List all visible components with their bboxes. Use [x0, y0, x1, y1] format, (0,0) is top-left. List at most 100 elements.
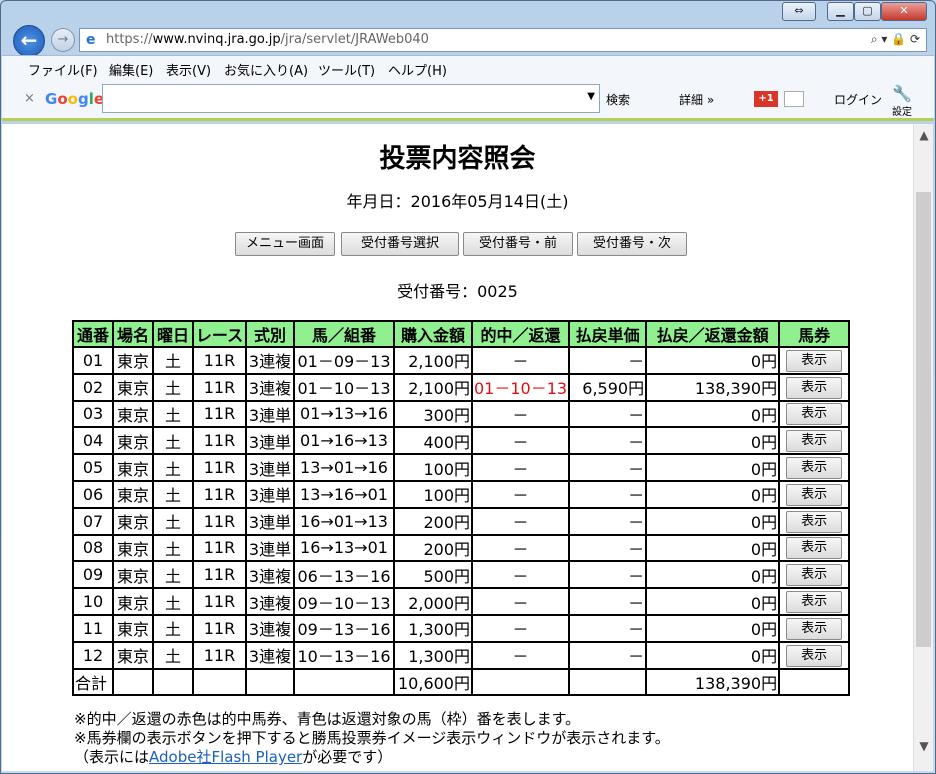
- address-bar[interactable]: e https://www.nvinq.jra.go.jp/jra/servle…: [79, 28, 927, 52]
- scroll-down-icon[interactable]: ▼: [914, 739, 934, 757]
- cell-venue: 東京: [112, 479, 154, 509]
- show-ticket-button[interactable]: 表示: [786, 644, 843, 667]
- cell-venue: 東京: [112, 640, 154, 670]
- cell-serial: 05: [72, 453, 114, 482]
- settings-button[interactable]: 🔧 設定: [892, 84, 912, 118]
- total-empty: [568, 667, 648, 697]
- cell-venue: 東京: [112, 426, 154, 456]
- total-empty: [112, 667, 154, 697]
- cell-hit: －: [470, 506, 571, 536]
- cell-serial: 06: [72, 479, 114, 509]
- cell-type: 3連複: [245, 346, 295, 375]
- cell-hit: 01－10－13: [470, 372, 571, 402]
- maximize-button[interactable]: ▢: [854, 2, 881, 21]
- address-tools[interactable]: ⌕ ▾ 🔒 ⟳: [871, 32, 920, 47]
- cell-ticket: 表示: [778, 479, 851, 509]
- total-empty: [152, 667, 194, 697]
- flash-player-link[interactable]: Adobe社Flash Player: [149, 748, 302, 766]
- cell-type: 3連複: [245, 640, 295, 670]
- cell-payout: 0円: [645, 640, 781, 670]
- google-search-input[interactable]: ▼: [102, 84, 600, 113]
- cell-venue: 東京: [112, 399, 154, 429]
- receipt-prev-button[interactable]: 受付番号・前: [463, 232, 573, 256]
- menu-bar: ファイル(F) 編集(E) 表示(V) お気に入り(A) ツール(T) ヘルプ(…: [2, 55, 934, 79]
- restore-icon[interactable]: ⇔: [782, 2, 816, 21]
- receipt-select-button[interactable]: 受付番号選択: [341, 232, 459, 256]
- cell-combination: 01→13→16: [293, 399, 395, 429]
- col-unit-payout: 払戻単価: [568, 320, 648, 348]
- receipt-next-button[interactable]: 受付番号・次: [577, 232, 687, 256]
- cell-unit-payout: 6,590円: [568, 372, 648, 402]
- table-row: 01 東京土 11R 3連複 01－09－13 2,100円－－ 0円 表示: [72, 346, 851, 375]
- cell-ticket: 表示: [778, 372, 851, 402]
- menu-help[interactable]: ヘルプ(H): [388, 60, 447, 79]
- vertical-scrollbar[interactable]: ▲ ▼: [913, 124, 933, 771]
- cell-venue: 東京: [112, 453, 154, 482]
- menu-edit[interactable]: 編集(E): [109, 60, 153, 79]
- cell-unit-payout: －: [568, 399, 648, 429]
- address-text[interactable]: https://www.nvinq.jra.go.jp/jra/servlet/…: [106, 32, 429, 47]
- show-ticket-button[interactable]: 表示: [786, 537, 843, 560]
- cell-type: 3連複: [245, 587, 295, 616]
- back-button[interactable]: ←: [13, 25, 45, 57]
- close-button[interactable]: ✕: [881, 2, 927, 21]
- cell-serial: 01: [72, 346, 114, 375]
- cell-combination: 13→01→16: [293, 453, 395, 482]
- chevron-down-icon[interactable]: ▼: [587, 91, 595, 102]
- cell-unit-payout: －: [568, 640, 648, 670]
- google-logo: Google: [45, 90, 105, 108]
- cell-hit: －: [470, 426, 571, 456]
- cell-combination: 09－10－13: [293, 587, 395, 616]
- cell-day: 土: [152, 453, 194, 482]
- forward-button[interactable]: →: [51, 28, 75, 52]
- scroll-up-icon[interactable]: ▲: [914, 128, 934, 146]
- toolbar-close-icon[interactable]: ×: [24, 91, 35, 106]
- ie-icon: e: [86, 32, 96, 48]
- menu-tools[interactable]: ツール(T): [318, 60, 375, 79]
- scroll-thumb[interactable]: [916, 192, 931, 647]
- col-ticket: 馬券: [778, 320, 851, 348]
- cell-purchase: 100円: [393, 453, 473, 482]
- show-ticket-button[interactable]: 表示: [786, 510, 843, 533]
- total-purchase: 10,600円: [393, 667, 473, 697]
- total-row: 合計 10,600円 138,390円: [72, 667, 851, 697]
- menu-file[interactable]: ファイル(F): [28, 60, 98, 79]
- show-ticket-button[interactable]: 表示: [786, 457, 843, 480]
- cell-combination: 16→13→01: [293, 533, 395, 563]
- show-ticket-button[interactable]: 表示: [786, 617, 843, 640]
- show-ticket-button[interactable]: 表示: [786, 403, 843, 426]
- cell-hit: －: [470, 479, 571, 509]
- menu-view[interactable]: 表示(V): [166, 60, 211, 79]
- menu-screen-button[interactable]: メニュー画面: [235, 232, 335, 256]
- cell-day: 土: [152, 613, 194, 643]
- google-more-button[interactable]: 詳細 »: [679, 91, 714, 108]
- cell-type: 3連複: [245, 372, 295, 402]
- minimize-button[interactable]: ▁: [827, 2, 854, 21]
- cell-day: 土: [152, 640, 194, 670]
- show-ticket-button[interactable]: 表示: [786, 564, 843, 587]
- table-row: 07 東京土 11R 3連単 16→01→13 200円－－ 0円 表示: [72, 506, 851, 536]
- cell-venue: 東京: [112, 372, 154, 402]
- total-payout: 138,390円: [645, 667, 781, 697]
- cell-combination: 16→01→13: [293, 506, 395, 536]
- table-row: 06 東京土 11R 3連単 13→16→01 100円－－ 0円 表示: [72, 479, 851, 509]
- cell-serial: 10: [72, 587, 114, 616]
- show-ticket-button[interactable]: 表示: [786, 483, 843, 506]
- plus-one-button[interactable]: +1: [754, 91, 778, 107]
- cell-unit-payout: －: [568, 533, 648, 563]
- show-ticket-button[interactable]: 表示: [786, 376, 843, 399]
- table-header-row: 通番 場名 曜日 レース 式別 馬／組番 購入金額 的中／返還 払戻単価 払戻／…: [72, 320, 851, 348]
- google-search-button[interactable]: 検索: [606, 91, 630, 108]
- show-ticket-button[interactable]: 表示: [786, 591, 843, 614]
- menu-favorites[interactable]: お気に入り(A): [224, 60, 308, 79]
- cell-venue: 東京: [112, 506, 154, 536]
- cell-serial: 12: [72, 640, 114, 670]
- show-ticket-button[interactable]: 表示: [786, 430, 843, 453]
- show-ticket-button[interactable]: 表示: [786, 349, 843, 372]
- wrench-icon: 🔧: [892, 84, 912, 103]
- cell-day: 土: [152, 506, 194, 536]
- total-label: 合計: [72, 667, 114, 697]
- login-button[interactable]: ログイン: [834, 91, 882, 108]
- url-path: /jra/servlet/JRAWeb040: [280, 32, 429, 47]
- cell-unit-payout: －: [568, 506, 648, 536]
